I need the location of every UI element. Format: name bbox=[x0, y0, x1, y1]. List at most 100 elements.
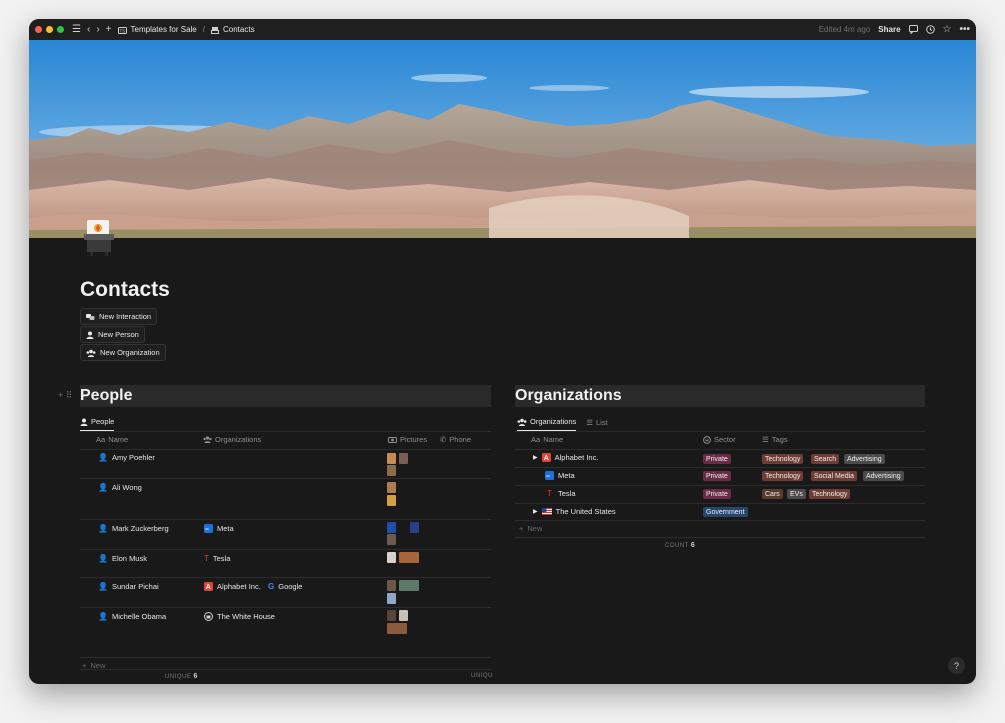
divider bbox=[515, 537, 925, 538]
column-header-phone[interactable]: ✆ Phone bbox=[440, 435, 471, 444]
new-label: New bbox=[527, 524, 543, 533]
divider bbox=[80, 449, 491, 450]
row-divider bbox=[80, 519, 491, 520]
more-options-icon[interactable]: ••• bbox=[959, 24, 970, 35]
person-row-name[interactable]: 👤 Amy Poehler bbox=[98, 453, 155, 462]
tag-badge[interactable]: Technology bbox=[809, 489, 851, 499]
contacts-page-icon[interactable] bbox=[81, 218, 121, 258]
column-header-pictures[interactable]: Pictures bbox=[388, 435, 427, 444]
organization-link[interactable]: T Tesla bbox=[204, 554, 230, 563]
picture-thumbnail[interactable] bbox=[399, 580, 419, 591]
sidebar-menu-icon[interactable]: ☰ bbox=[72, 24, 81, 35]
help-button[interactable]: ? bbox=[948, 657, 965, 674]
history-clock-icon[interactable] bbox=[925, 25, 935, 34]
column-header-name[interactable]: Aa Name bbox=[96, 435, 128, 444]
new-organization-button[interactable]: New Organization bbox=[80, 344, 166, 361]
picture-thumbnail[interactable] bbox=[387, 453, 396, 464]
tag-badge[interactable]: EVs bbox=[787, 489, 806, 499]
picture-thumbnail[interactable] bbox=[387, 522, 396, 533]
column-header-sector[interactable]: Sector bbox=[703, 435, 736, 444]
footer-value: 6 bbox=[193, 673, 198, 680]
organizations-heading-text: Organizations bbox=[515, 387, 622, 404]
person-row-name[interactable]: 👤 Mark Zuckerberg bbox=[98, 524, 169, 533]
picture-thumbnail[interactable] bbox=[387, 534, 396, 545]
maximize-window-button[interactable] bbox=[57, 26, 64, 33]
minimize-window-button[interactable] bbox=[46, 26, 53, 33]
expand-toggle-icon[interactable]: ▶ bbox=[533, 454, 538, 461]
sector-badge[interactable]: Private bbox=[703, 489, 731, 499]
sector-badge[interactable]: Private bbox=[703, 454, 731, 464]
column-header-tags[interactable]: ☰ Tags bbox=[762, 435, 788, 444]
person-row-name[interactable]: 👤 Michelle Obama bbox=[98, 612, 166, 621]
org-row-name[interactable]: T Tesla bbox=[545, 489, 575, 498]
tag-badge[interactable]: Technology bbox=[762, 471, 804, 481]
column-header-name[interactable]: Aa Name bbox=[531, 435, 563, 444]
sector-badge[interactable]: Private bbox=[703, 471, 731, 481]
drag-handle-icon[interactable]: + ⠿ bbox=[58, 390, 72, 401]
svg-text:A: A bbox=[543, 455, 548, 462]
picture-thumbnail[interactable] bbox=[387, 610, 396, 621]
picture-thumbnail[interactable] bbox=[410, 522, 419, 533]
expand-toggle-icon[interactable]: ▶ bbox=[533, 508, 538, 515]
new-person-button[interactable]: New Person bbox=[80, 326, 145, 343]
picture-thumbnail[interactable] bbox=[387, 593, 396, 604]
new-interaction-button[interactable]: New Interaction bbox=[80, 308, 158, 325]
tab-people[interactable]: People bbox=[80, 417, 115, 431]
people-footer-unique-phone[interactable]: UNIQU bbox=[471, 673, 493, 679]
camera-icon bbox=[388, 437, 397, 443]
breadcrumb-label: Templates for Sale bbox=[130, 25, 197, 34]
close-window-button[interactable] bbox=[35, 26, 42, 33]
organization-label: Tesla bbox=[212, 554, 231, 563]
breadcrumb-templates[interactable]: TS Templates for Sale bbox=[117, 25, 197, 34]
org-row-name[interactable]: ▶ A Alphabet Inc. bbox=[533, 453, 598, 462]
organizations-footer-count[interactable]: COUNT 6 bbox=[665, 542, 695, 549]
breadcrumb-contacts[interactable]: Contacts bbox=[211, 25, 255, 34]
picture-thumbnail[interactable] bbox=[387, 623, 407, 634]
tag-badge[interactable]: Advertising bbox=[863, 471, 904, 481]
organization-link[interactable]: The White House bbox=[204, 612, 275, 621]
picture-thumbnail[interactable] bbox=[399, 453, 408, 464]
breadcrumb-label: Contacts bbox=[223, 25, 255, 34]
tag-badge[interactable]: Cars bbox=[762, 489, 783, 499]
person-row-name[interactable]: 👤 Ali Wong bbox=[98, 483, 142, 492]
tag-badge[interactable]: Search bbox=[811, 454, 840, 464]
picture-thumbnail[interactable] bbox=[387, 580, 396, 591]
column-header-organizations[interactable]: Organizations bbox=[203, 435, 261, 444]
tag-badge[interactable]: Advertising bbox=[844, 454, 885, 464]
alphabet-icon: A bbox=[204, 582, 213, 591]
forward-arrow-icon[interactable]: › bbox=[96, 24, 99, 35]
person-row-name[interactable]: 👤 Elon Musk bbox=[98, 554, 147, 563]
people-footer-unique[interactable]: UNIQUE 6 bbox=[165, 673, 198, 680]
picture-thumbnail[interactable] bbox=[399, 610, 408, 621]
org-row-name[interactable]: ∞ Meta bbox=[545, 471, 575, 480]
tag-badge[interactable]: Technology bbox=[762, 454, 804, 464]
contacts-icon bbox=[211, 26, 219, 34]
organization-link[interactable]: A Alphabet Inc. bbox=[204, 582, 261, 591]
organization-link[interactable]: ∞ Meta bbox=[204, 524, 234, 533]
picture-thumbnail[interactable] bbox=[387, 495, 396, 506]
picture-thumbnail[interactable] bbox=[399, 552, 419, 563]
tag-badge[interactable]: Social Media bbox=[811, 471, 858, 481]
favorite-star-icon[interactable]: ☆ bbox=[943, 24, 952, 35]
list-icon: ☰ bbox=[586, 417, 594, 427]
back-arrow-icon[interactable]: ‹ bbox=[87, 24, 90, 35]
tab-list[interactable]: ☰ List bbox=[586, 418, 607, 431]
person-row-name[interactable]: 👤 Sundar Pichai bbox=[98, 582, 159, 591]
cover-image[interactable] bbox=[29, 40, 976, 238]
organization-link[interactable]: G Google bbox=[268, 582, 302, 591]
share-button[interactable]: Share bbox=[878, 25, 900, 34]
row-divider bbox=[515, 467, 925, 468]
tab-organizations[interactable]: Organizations bbox=[517, 417, 577, 431]
picture-thumbnail[interactable] bbox=[387, 465, 396, 476]
person-name: Amy Poehler bbox=[111, 453, 155, 462]
org-name: The United States bbox=[555, 507, 616, 516]
picture-thumbnail[interactable] bbox=[387, 552, 396, 563]
picture-thumbnail[interactable] bbox=[387, 482, 396, 493]
text-property-icon: Aa bbox=[531, 435, 541, 444]
org-row-name[interactable]: ▶ The United States bbox=[533, 507, 616, 516]
meta-icon: ∞ bbox=[545, 471, 554, 480]
comments-icon[interactable] bbox=[908, 25, 918, 34]
organizations-new-row-button[interactable]: + New bbox=[519, 524, 542, 533]
sector-badge[interactable]: Government bbox=[703, 507, 748, 517]
add-page-icon[interactable]: + bbox=[106, 24, 112, 35]
